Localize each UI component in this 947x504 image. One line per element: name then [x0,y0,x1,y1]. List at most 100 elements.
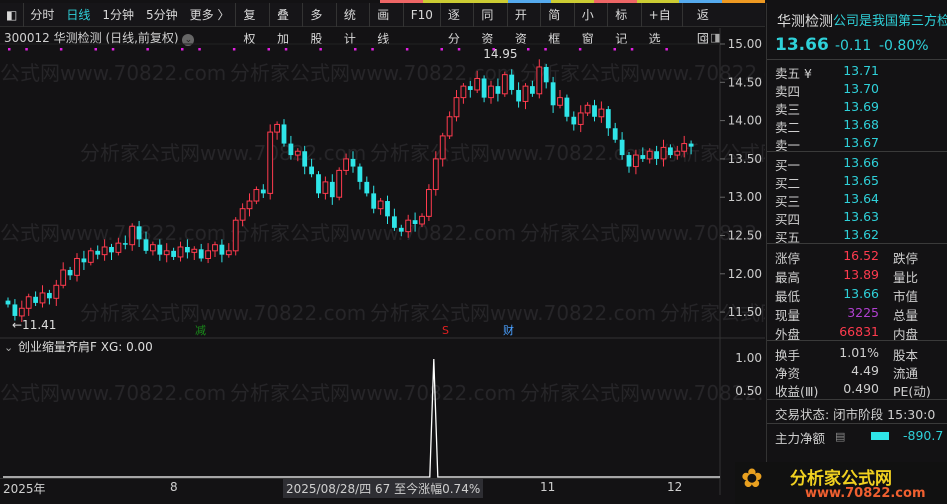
indicator-name[interactable]: 创业缩量齐肩F XG: 0.00 [18,339,153,354]
candle [281,124,287,144]
price-change-pct: -0.80% [879,38,929,54]
stat2-2-right-label: PE(动) [893,384,931,399]
signal-dot [25,48,28,51]
x-label-dec: 12 [667,480,683,494]
candle [530,86,535,94]
low-label: ←11.41 [12,318,56,332]
indicator-y-label: 0.50 [735,384,762,398]
candle [405,219,412,233]
candle [163,250,170,256]
signal-dot [613,48,616,51]
signal-dot [440,48,443,51]
candle [309,166,314,175]
signal-dot [181,48,184,51]
kline-chart[interactable]: 分析家公式网www.70822.com分析家公式网www.70822.com分析… [0,0,765,504]
candle [74,257,80,276]
buy-0-label: 买一 [775,158,801,173]
candle [47,292,52,299]
candle [398,227,404,232]
candle [246,200,253,210]
candle [260,189,266,194]
signal-dot [94,48,97,51]
logo-url: www.70822.com [805,486,926,501]
candle [426,189,432,217]
candle [171,250,176,257]
net-flow-value: -890.7 [903,428,944,443]
candle [501,74,508,95]
candle [668,147,673,156]
stat-2-value: 13.66 [843,286,879,301]
candle [81,258,87,263]
indicator-menu-icon[interactable]: ⌄ [4,341,13,354]
indicator-line [3,358,720,478]
buy-4-value: 13.62 [843,227,879,242]
candle [592,105,597,117]
sell-1-value: 13.70 [843,81,879,96]
candle [109,246,114,253]
candle [18,307,25,317]
y-tick-label: 14.50 [728,75,762,89]
buy-0-value: 13.66 [843,155,879,170]
candle [474,77,481,91]
buy-3-value: 13.63 [843,209,879,224]
candle [136,226,142,240]
sell-0-value: 13.71 [843,63,879,78]
list-icon[interactable]: ▤ [835,430,845,443]
watermark: 分析家公式网www.70822.com [230,381,516,405]
candle [640,155,646,159]
panel-toggle-icon[interactable]: ◨ [710,31,720,44]
candle [646,150,653,160]
signal-dot [544,48,547,51]
signal-dot [146,48,149,51]
buy-2-value: 13.64 [843,191,879,206]
flower-icon: ✿ [741,464,763,494]
candle [446,116,453,137]
candle [633,154,639,168]
candle [564,97,570,117]
y-tick-label: 14.00 [728,114,762,128]
buy-1-label: 买二 [775,176,801,191]
candle [619,139,625,156]
candle [232,219,239,252]
candle [150,244,156,252]
candle [267,131,274,194]
watermark: 分析家公式网www.70822.com [80,141,366,165]
company-brief[interactable]: 公司是我国第三方检 [833,10,947,29]
signal-dot [59,48,63,51]
candle [198,249,204,259]
candle [357,166,363,182]
candle [177,246,184,258]
diamond-icon[interactable]: ◇ [700,31,709,44]
last-price: 13.66 [775,35,829,55]
stat-0-right-label: 跌停 [893,251,919,266]
candle [225,250,232,256]
y-tick-label: 13.50 [728,152,762,166]
stat-3-right-label: 总量 [893,308,919,323]
candle [212,244,218,252]
candle [157,244,163,255]
stat2-0-right-label: 股本 [893,348,919,363]
stat-2-label: 最低 [775,289,801,304]
candle [33,296,38,303]
candle [481,78,487,98]
signal-dot [630,48,634,51]
candle [681,143,688,152]
signal-dot [405,48,409,51]
stat2-0-label: 换手 [775,348,801,363]
candle [385,201,390,217]
indicator-y-label: 1.00 [735,351,762,365]
candle [329,181,335,198]
candle [53,284,60,299]
stat-1-label: 最高 [775,270,801,285]
candle [185,246,190,253]
candle [343,158,350,171]
candle [550,82,556,106]
candle [660,146,667,160]
y-tick-label: 13.00 [728,190,762,204]
signal-dot [578,48,582,51]
candle [688,143,694,147]
signal-dot [8,48,11,51]
candle [654,151,659,159]
y-tick-label: 15.00 [728,37,762,51]
signal-dot [198,48,201,51]
